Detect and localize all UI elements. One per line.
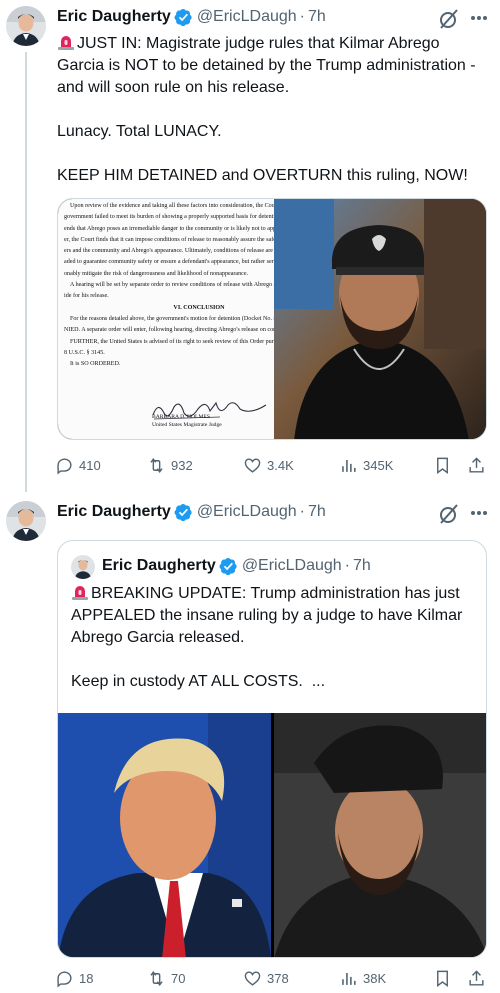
document-line: onably mitigate the risk of dangerousnes… bbox=[64, 270, 249, 277]
reply-count: 410 bbox=[79, 457, 101, 473]
quoted-header: Eric Daugherty @EricLDaugh · 7h bbox=[102, 555, 371, 577]
court-document-image[interactable]: Upon review of the evidence and taking a… bbox=[58, 199, 274, 439]
bookmark-icon bbox=[437, 970, 448, 987]
like-count: 378 bbox=[267, 970, 289, 986]
views-button[interactable]: 345K bbox=[339, 453, 393, 477]
document-line: ends that Abrego poses an irremediable d… bbox=[64, 225, 274, 232]
quoted-avatar[interactable] bbox=[71, 555, 95, 579]
quoted-text: BREAKING UPDATE: Trump administration ha… bbox=[71, 583, 481, 693]
grok-icon[interactable] bbox=[437, 502, 461, 526]
signature-block: BARBARA D. HOLMES United States Magistra… bbox=[152, 413, 222, 429]
views-count: 38K bbox=[363, 970, 387, 986]
quoted-timestamp: 7h bbox=[352, 557, 371, 574]
signer-title: United States Magistrate Judge bbox=[152, 422, 222, 428]
timestamp[interactable]: 7h bbox=[308, 8, 326, 26]
tweet-header: Eric Daugherty @EricLDaugh · 7h bbox=[57, 501, 326, 523]
more-icon[interactable] bbox=[467, 501, 491, 525]
bookmark-button[interactable] bbox=[433, 453, 457, 477]
grok-icon[interactable] bbox=[437, 7, 461, 31]
like-count: 3.4K bbox=[267, 457, 294, 473]
bookmark-button[interactable] bbox=[433, 966, 457, 990]
thread-line bbox=[25, 52, 27, 492]
avatar[interactable] bbox=[6, 6, 46, 46]
author-name[interactable]: Eric Daugherty bbox=[57, 8, 171, 26]
views-count: 345K bbox=[363, 457, 394, 473]
separator-dot: · bbox=[299, 8, 305, 25]
reply-button[interactable]: 18 bbox=[55, 966, 93, 990]
author-name[interactable]: Eric Daugherty bbox=[57, 503, 171, 521]
man-photo[interactable] bbox=[274, 713, 486, 957]
tweet-actions: 18 70 378 38K bbox=[55, 966, 495, 990]
document-heading: VI. CONCLUSION bbox=[173, 304, 225, 311]
document-line: For the reasons detailed above, the gove… bbox=[70, 315, 274, 322]
views-icon bbox=[342, 972, 356, 985]
share-icon bbox=[469, 969, 484, 986]
reply-count: 18 bbox=[79, 970, 94, 986]
document-line: ers and the community and Abrego's appea… bbox=[64, 248, 273, 255]
like-button[interactable]: 378 bbox=[243, 966, 289, 990]
timestamp[interactable]: 7h bbox=[308, 503, 326, 521]
quoted-author-name: Eric Daugherty bbox=[102, 557, 216, 574]
reply-icon bbox=[57, 970, 72, 988]
verified-badge-icon bbox=[174, 8, 192, 26]
signer-name: BARBARA D. HOLMES bbox=[152, 414, 210, 420]
views-button[interactable]: 38K bbox=[339, 966, 386, 990]
avatar[interactable] bbox=[6, 501, 46, 541]
document-line: NIED. A separate order will enter, follo… bbox=[64, 327, 274, 334]
repost-button[interactable]: 70 bbox=[147, 966, 185, 990]
bookmark-icon bbox=[437, 457, 448, 474]
politician-photo[interactable] bbox=[58, 713, 271, 957]
tweet-actions: 410 932 3.4K 345K bbox=[55, 453, 495, 477]
tweet-text: JUST IN: Magistrate judge rules that Kil… bbox=[57, 33, 487, 187]
like-icon bbox=[244, 457, 261, 473]
tweet-media[interactable]: Upon review of the evidence and taking a… bbox=[57, 198, 487, 440]
separator-dot: · bbox=[299, 503, 305, 520]
views-icon bbox=[342, 459, 356, 472]
tweet-text-body: JUST IN: Magistrate judge rules that Kil… bbox=[57, 35, 476, 184]
verified-badge-icon bbox=[219, 557, 237, 575]
verified-badge-icon bbox=[174, 503, 192, 521]
document-line: ide for his release. bbox=[64, 293, 109, 300]
repost-button[interactable]: 932 bbox=[147, 453, 193, 477]
document-line: government failed to meet its burden of … bbox=[64, 214, 274, 221]
share-button[interactable] bbox=[467, 966, 491, 990]
man-photo[interactable] bbox=[274, 199, 486, 439]
quoted-author-handle: @EricLDaugh bbox=[241, 557, 342, 574]
document-line: 8 U.S.C. § 3145. bbox=[64, 349, 105, 356]
quoted-text-body: BREAKING UPDATE: Trump administration ha… bbox=[71, 585, 463, 690]
tweet-header: Eric Daugherty @EricLDaugh · 7h bbox=[57, 6, 326, 28]
repost-count: 70 bbox=[171, 970, 186, 986]
quoted-tweet[interactable]: Eric Daugherty @EricLDaugh · 7h BREAKING… bbox=[57, 540, 487, 958]
quoted-media[interactable] bbox=[58, 713, 486, 957]
document-line: Upon review of the evidence and taking a… bbox=[70, 203, 274, 209]
document-line: It is SO ORDERED. bbox=[70, 361, 121, 368]
document-line: er, the Court finds that it can impose c… bbox=[64, 236, 274, 243]
share-button[interactable] bbox=[467, 453, 491, 477]
author-handle[interactable]: @EricLDaugh bbox=[197, 8, 297, 26]
repost-icon bbox=[150, 970, 163, 986]
reply-icon bbox=[57, 457, 72, 475]
siren-emoji-icon bbox=[58, 36, 74, 50]
like-icon bbox=[244, 970, 261, 986]
document-line: aded to guarantee community safety or en… bbox=[64, 259, 274, 266]
document-line: A hearing will be set by separate order … bbox=[70, 282, 274, 289]
author-handle[interactable]: @EricLDaugh bbox=[197, 503, 297, 521]
more-icon[interactable] bbox=[467, 6, 491, 30]
share-icon bbox=[469, 456, 484, 473]
siren-emoji-icon bbox=[72, 586, 88, 600]
repost-count: 932 bbox=[171, 457, 193, 473]
document-line: FURTHER, the United States is advised of… bbox=[70, 338, 274, 345]
reply-button[interactable]: 410 bbox=[55, 453, 101, 477]
repost-icon bbox=[150, 457, 163, 473]
like-button[interactable]: 3.4K bbox=[243, 453, 294, 477]
separator-dot: · bbox=[344, 557, 350, 574]
tweet[interactable]: Eric Daugherty @EricLDaugh · 7h JUST IN:… bbox=[0, 0, 500, 492]
